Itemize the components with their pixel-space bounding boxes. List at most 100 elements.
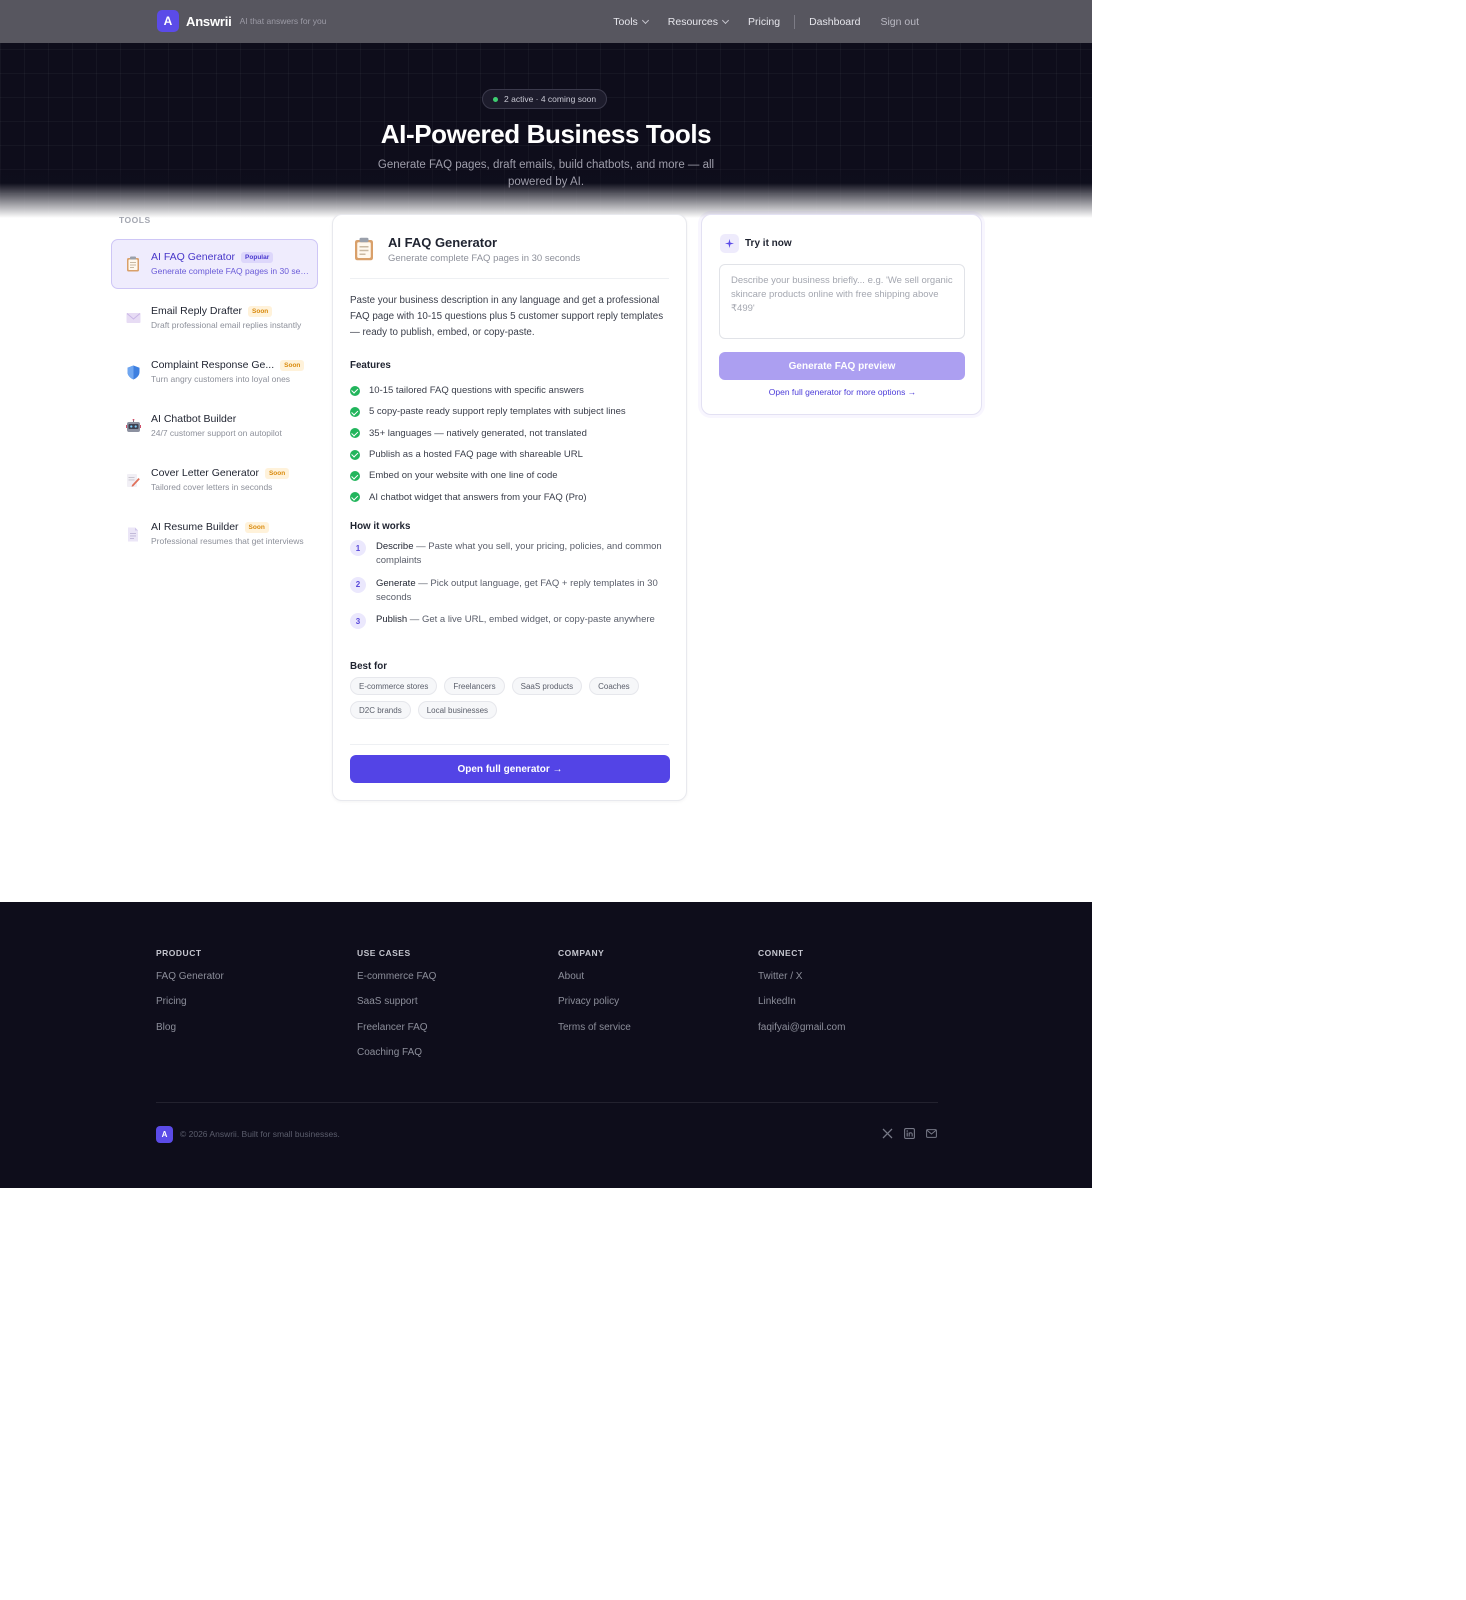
tool-description: Paste your business description in any l… — [350, 295, 664, 338]
hero-title: AI-Powered Business Tools — [380, 119, 712, 149]
nav-dashboard[interactable]: Dashboard — [809, 16, 860, 28]
generate-preview-button[interactable]: Generate FAQ preview — [719, 352, 965, 380]
sidebar-item-title: Cover Letter Generator Soon — [151, 467, 290, 479]
best-for-tags: E-commerce stores Freelancers SaaS produ… — [350, 677, 670, 725]
sidebar-item-email-reply[interactable]: Email Reply Drafter Soon Draft profession… — [111, 293, 318, 343]
tag: Coaches — [589, 677, 639, 695]
footer-divider — [156, 1102, 938, 1103]
feature-text: Publish as a hosted FAQ page with sharea… — [369, 449, 583, 461]
sidebar-heading: TOOLS — [119, 215, 151, 225]
feature-text: Embed on your website with one line of c… — [369, 470, 558, 482]
divider — [350, 278, 669, 279]
footer-link[interactable]: E-commerce FAQ — [357, 971, 436, 996]
sidebar-item-title-text: Complaint Response Ge... — [151, 359, 275, 371]
feature-item: AI chatbot widget that answers from your… — [350, 486, 680, 507]
brand-logo-icon: A — [157, 10, 179, 32]
sidebar-item-complaint-response[interactable]: Complaint Response Ge... Soon Turn angry … — [111, 347, 318, 397]
open-full-generator-button[interactable]: Open full generator → — [350, 755, 670, 783]
footer-logo-icon: A — [156, 1126, 173, 1143]
sparkle-icon — [720, 234, 739, 253]
linkedin-icon[interactable] — [903, 1127, 916, 1140]
sidebar-item-title: AI Chatbot Builder — [151, 413, 236, 425]
step-title: Generate — [376, 577, 416, 589]
chevron-down-icon — [721, 16, 730, 24]
divider — [350, 744, 669, 745]
footer-link[interactable]: Twitter / X — [758, 971, 845, 996]
step-item: 1 Describe — Paste what you sell, your p… — [350, 540, 670, 577]
sidebar-item-desc: 24/7 customer support on autopilot — [151, 428, 282, 438]
sidebar-item-title-text: Cover Letter Generator — [151, 467, 259, 479]
tag: Freelancers — [444, 677, 505, 695]
footer-link[interactable]: Pricing — [156, 996, 224, 1021]
mail-icon[interactable] — [925, 1127, 938, 1140]
tag: E-commerce stores — [350, 677, 438, 695]
features-heading: Features — [350, 360, 391, 371]
sidebar-item-title: AI Resume Builder Soon — [151, 521, 269, 533]
sidebar-item-chatbot-builder[interactable]: AI Chatbot Builder 24/7 customer support… — [111, 401, 318, 451]
footer-link[interactable]: FAQ Generator — [156, 971, 224, 996]
steps-list: 1 Describe — Paste what you sell, your p… — [350, 540, 670, 650]
page: A Answrii AI that answers for you Tools … — [0, 0, 1092, 1188]
best-for-heading: Best for — [350, 661, 388, 672]
footer-link[interactable]: faqifyai@gmail.com — [758, 1022, 845, 1047]
footer-link[interactable]: Coaching FAQ — [357, 1047, 436, 1072]
sidebar-item-desc: Professional resumes that get interviews — [151, 536, 304, 546]
nav-signout[interactable]: Sign out — [880, 16, 919, 28]
brand-name: Answrii — [186, 13, 232, 29]
sidebar-item-resume-builder[interactable]: AI Resume Builder Soon Professional resum… — [111, 509, 318, 559]
nav-tools[interactable]: Tools — [613, 15, 649, 28]
sidebar-item-title-text: AI FAQ Generator — [151, 251, 236, 263]
step-number: 2 — [350, 576, 366, 593]
soon-badge: Soon — [280, 359, 305, 371]
tag: Local businesses — [417, 701, 498, 719]
business-description-input[interactable] — [719, 264, 965, 339]
sidebar-item-title-text: AI Chatbot Builder — [151, 413, 237, 425]
footer-heading: USE CASES — [357, 948, 411, 958]
sidebar-item-faq-generator[interactable]: AI FAQ Generator Popular Generate complet… — [111, 239, 318, 289]
step-text: Generate — Pick output language, get FAQ… — [376, 577, 668, 605]
memo-icon — [125, 471, 141, 489]
footer-link[interactable]: Freelancer FAQ — [357, 1022, 436, 1047]
footer-link[interactable]: SaaS support — [357, 996, 436, 1021]
footer-link[interactable]: Terms of service — [558, 1022, 631, 1047]
copyright: © 2026 Answrii. Built for small business… — [180, 1129, 340, 1139]
brand[interactable]: A Answrii AI that answers for you — [157, 10, 327, 32]
nav-resources[interactable]: Resources — [668, 16, 730, 28]
sidebar-item-desc: Turn angry customers into loyal ones — [151, 374, 291, 384]
chevron-down-icon — [641, 16, 649, 24]
footer-link[interactable]: Blog — [156, 1022, 224, 1047]
feature-text: 35+ languages — natively generated, not … — [369, 427, 587, 439]
tool-title: AI FAQ Generator — [388, 235, 498, 250]
check-icon — [350, 470, 360, 481]
sidebar-item-title: AI FAQ Generator Popular — [151, 251, 274, 263]
footer-heading: PRODUCT — [156, 948, 202, 958]
footer-link[interactable]: About — [558, 971, 631, 996]
popular-badge: Popular — [241, 251, 274, 263]
soon-badge: Soon — [248, 305, 273, 317]
brand-tagline: AI that answers for you — [239, 16, 327, 26]
hero: 2 active · 4 coming soon AI-Powered Busi… — [0, 43, 1092, 218]
soon-badge: Soon — [244, 521, 269, 533]
x-icon[interactable] — [881, 1127, 894, 1140]
feature-item: 10-15 tailored FAQ questions with specif… — [350, 380, 680, 401]
try-it-card: Try it now Generate FAQ preview Open ful… — [701, 214, 982, 415]
footer-link[interactable]: Privacy policy — [558, 996, 631, 1021]
nav-tools-label: Tools — [613, 15, 638, 28]
footer-heading: COMPANY — [558, 948, 605, 958]
open-full-generator-link[interactable]: Open full generator for more options → — [702, 387, 983, 397]
sidebar-item-cover-letter[interactable]: Cover Letter Generator Soon Tailored cove… — [111, 455, 318, 505]
nav-pricing[interactable]: Pricing — [748, 16, 780, 28]
nav-divider — [794, 14, 796, 29]
try-title: Try it now — [745, 238, 792, 249]
footer: PRODUCT FAQ Generator Pricing Blog USE C… — [0, 902, 1092, 1188]
tool-detail-card: AI FAQ Generator Generate complete FAQ p… — [332, 214, 687, 801]
robot-icon — [125, 417, 141, 435]
check-icon — [350, 385, 360, 396]
footer-column-connect: CONNECT Twitter / X LinkedIn faqifyai@gm… — [758, 948, 845, 1047]
step-text: Describe — Paste what you sell, your pri… — [376, 540, 668, 568]
footer-link[interactable]: LinkedIn — [758, 996, 845, 1021]
features-list: 10-15 tailored FAQ questions with specif… — [350, 380, 680, 508]
shield-icon — [125, 363, 141, 381]
step-number: 1 — [350, 540, 366, 556]
clipboard-icon — [125, 255, 141, 273]
